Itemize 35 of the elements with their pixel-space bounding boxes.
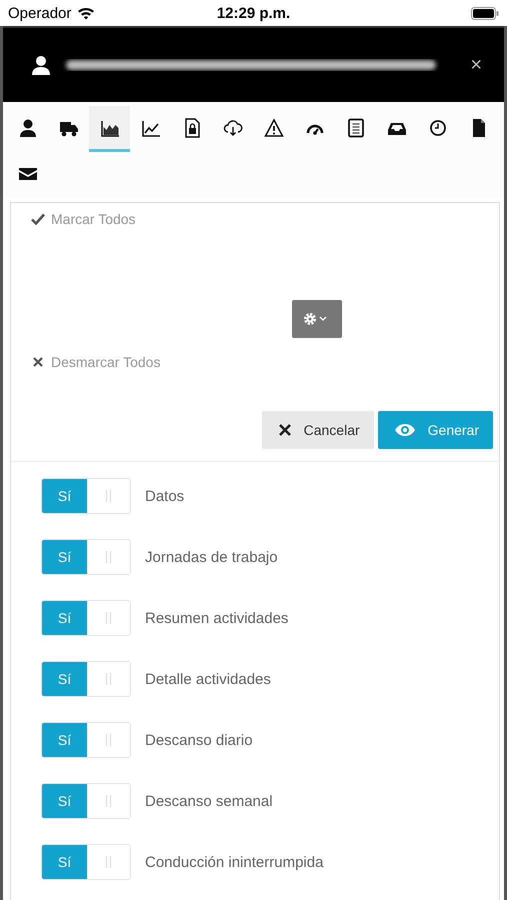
- option-label: Resumen actividades: [145, 610, 288, 626]
- toggle-switch[interactable]: Sí: [41, 844, 131, 880]
- user-icon: [31, 55, 51, 75]
- toggle-switch[interactable]: Sí: [41, 661, 131, 697]
- close-icon: [278, 423, 292, 437]
- carrier-name: Operador: [8, 4, 72, 22]
- option-label: Descanso diario: [145, 732, 253, 748]
- generate-button[interactable]: Generar: [378, 411, 493, 449]
- clock-icon: [428, 118, 448, 138]
- toggle-switch[interactable]: Sí: [41, 783, 131, 819]
- cancel-button[interactable]: Cancelar: [262, 411, 374, 449]
- eye-icon: [394, 423, 416, 437]
- close-button[interactable]: ×: [470, 54, 482, 76]
- option-label: Jornadas de trabajo: [145, 548, 278, 566]
- option-label: Detalle actividades: [145, 670, 271, 688]
- cloud-download-icon: [222, 118, 242, 138]
- toggle-switch[interactable]: Sí: [41, 478, 131, 514]
- toggle-switch[interactable]: Sí: [41, 722, 131, 758]
- warning-icon: [264, 118, 284, 138]
- toggle-switch[interactable]: Sí: [41, 600, 131, 636]
- area-tab[interactable]: [89, 106, 130, 152]
- deselect-all-link[interactable]: Desmarcar Todos: [31, 354, 160, 370]
- document-icon: [346, 118, 366, 138]
- checkmark-icon: [31, 213, 45, 225]
- clock-time: 12:29 p.m.: [216, 4, 292, 22]
- select-all-link[interactable]: Marcar Todos: [31, 211, 136, 227]
- battery-icon: [471, 6, 499, 20]
- option-label: Conducción ininterrumpida: [145, 854, 324, 870]
- option-label: Descanso semanal: [145, 792, 273, 810]
- settings-dropdown-button[interactable]: [292, 300, 342, 338]
- option-label: Datos: [145, 488, 184, 504]
- wifi-icon: [77, 6, 96, 20]
- person-icon: [18, 118, 38, 138]
- toggle-switch[interactable]: Sí: [41, 539, 131, 575]
- close-icon: [31, 356, 45, 368]
